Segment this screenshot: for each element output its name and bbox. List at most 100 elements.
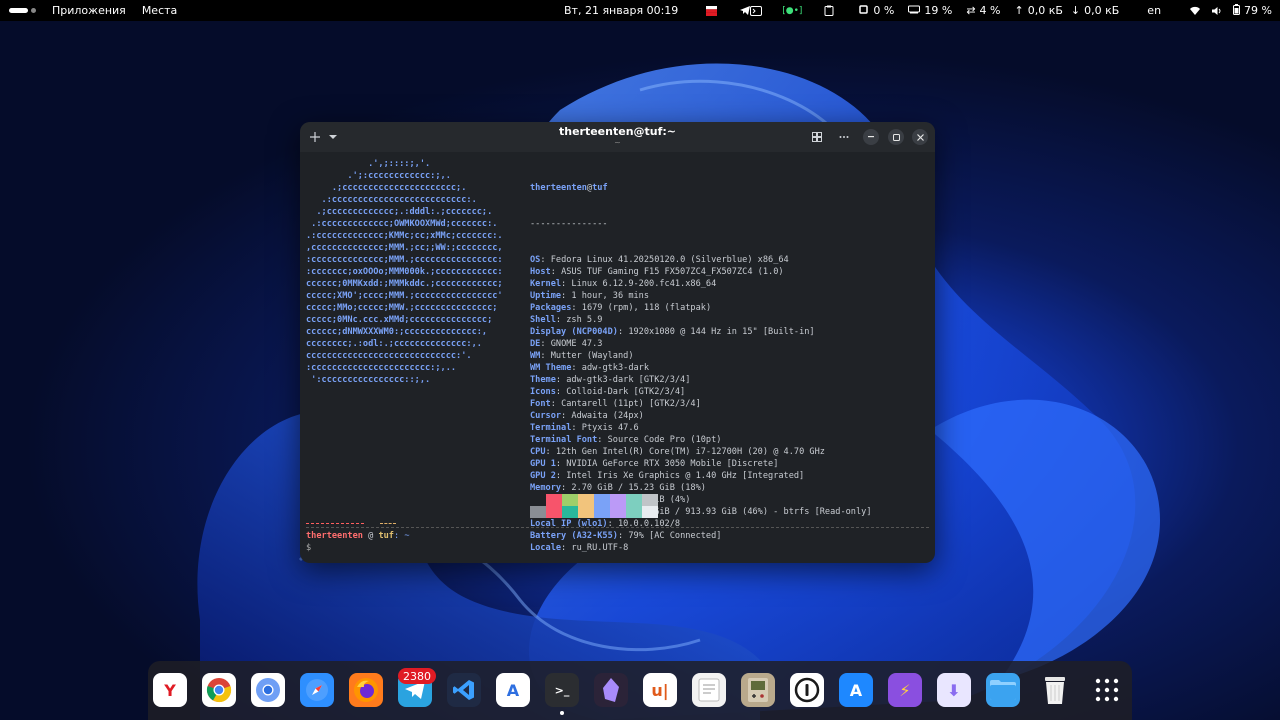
- prompt-rule: [306, 527, 929, 528]
- memory-indicator[interactable]: 19 %: [908, 4, 952, 17]
- software-icon: A: [506, 680, 520, 700]
- info-colon: :: [545, 447, 556, 457]
- maximize-button[interactable]: [888, 129, 904, 145]
- logo-line: .';:cccccccccccc:;,.: [306, 171, 451, 181]
- info-key: CPU: [530, 447, 546, 457]
- 1password-icon: [794, 677, 820, 703]
- places-menu[interactable]: Места: [142, 4, 177, 17]
- files-icon: [990, 680, 1016, 700]
- dock-app-software[interactable]: A: [496, 673, 530, 707]
- info-value: Source Code Pro (10pt): [607, 435, 722, 445]
- info-colon: :: [617, 327, 629, 337]
- cpu-indicator[interactable]: 0 %: [858, 4, 894, 18]
- swap-indicator[interactable]: ⇄ 4 %: [966, 4, 1000, 17]
- info-value: zsh 5.9: [566, 315, 603, 325]
- dock-app-trash[interactable]: [1038, 673, 1072, 707]
- fedora-ascii-logo: .',;::::;,'. .';:cccccccccccc:;,. .;cccc…: [306, 158, 503, 386]
- dock-app-vscode[interactable]: [447, 673, 481, 707]
- dock-app-zap[interactable]: ⚡: [888, 673, 922, 707]
- obsidian-icon: [603, 678, 619, 702]
- main-menu-button[interactable]: [835, 128, 853, 146]
- dock-app-yandex-browser[interactable]: Y: [153, 673, 187, 707]
- text-editor-icon: [698, 678, 720, 702]
- cpu-value: 0 %: [873, 4, 895, 17]
- dock-app-downloader[interactable]: ⬇: [937, 673, 971, 707]
- info-key: OS: [530, 255, 541, 265]
- palette-swatch: [530, 506, 546, 518]
- minimize-button[interactable]: [863, 129, 879, 145]
- arrow-down-icon: ↓: [1070, 4, 1081, 17]
- info-row: Terminal: Ptyxis 47.6: [530, 422, 872, 434]
- keyboard-layout[interactable]: en: [1147, 4, 1161, 17]
- dock-app-firefox[interactable]: [349, 673, 383, 707]
- info-value: NVIDIA GeForce RTX 3050 Mobile [Discrete…: [566, 459, 779, 469]
- dock-app-chrome[interactable]: [202, 673, 236, 707]
- palette-swatch: [610, 494, 626, 506]
- info-colon: :: [561, 543, 572, 553]
- net-down-indicator[interactable]: ↓ 0,0 кБ: [1071, 4, 1119, 17]
- info-key: Memory: [530, 483, 562, 493]
- net-up-indicator[interactable]: ↑ 0,0 кБ: [1014, 4, 1062, 17]
- logo-line: :ccccccc;oxOOOo;MMM000k.;cccccccccccc:: [306, 267, 503, 277]
- palette-swatch: [642, 494, 658, 506]
- info-colon: :: [597, 435, 608, 445]
- palette-swatch: [546, 494, 562, 506]
- activities-button[interactable]: [9, 8, 36, 13]
- palette-swatch: [562, 506, 578, 518]
- palette-swatch: [578, 506, 594, 518]
- dock-app-1password[interactable]: [790, 673, 824, 707]
- dock-app-gameboy[interactable]: [741, 673, 775, 707]
- terminal-content[interactable]: .',;::::;,'. .';:cccccccccccc:;,. .;cccc…: [300, 152, 935, 563]
- extension-indicator[interactable]: [●•]: [782, 6, 802, 16]
- prompt-input-line[interactable]: $: [306, 542, 311, 554]
- close-icon: [916, 133, 924, 141]
- dock-app-obsidian[interactable]: [594, 673, 628, 707]
- info-row: Host: ASUS TUF Gaming F15 FX507ZC4_FX507…: [530, 266, 872, 278]
- dock-app-app-grid[interactable]: [1090, 673, 1124, 707]
- battery-indicator[interactable]: 79 %: [1233, 3, 1272, 18]
- dock-app-ulauncher[interactable]: u|: [643, 673, 677, 707]
- dock-app-terminal[interactable]: >_: [545, 673, 579, 707]
- clipboard-icon[interactable]: [824, 5, 834, 16]
- tab-overview-button[interactable]: [808, 128, 826, 146]
- grid-icon: [812, 132, 822, 142]
- flag-icon[interactable]: [706, 5, 718, 16]
- info-colon: :: [561, 279, 572, 289]
- dock-app-app-store[interactable]: A: [839, 673, 873, 707]
- info-colon: :: [561, 411, 572, 421]
- wifi-icon[interactable]: [1189, 6, 1201, 16]
- info-colon: :: [571, 423, 582, 433]
- palette-swatch: [562, 494, 578, 506]
- apps-menu[interactable]: Приложения: [52, 4, 126, 17]
- info-colon: :: [550, 267, 562, 277]
- info-user: therteenten: [530, 183, 587, 193]
- top-bar: Приложения Места Вт, 21 января 00:19 [●•…: [0, 0, 1280, 21]
- terminal-tray-icon[interactable]: [750, 5, 763, 16]
- clock[interactable]: Вт, 21 января 00:19: [564, 4, 678, 17]
- info-value: Linux 6.12.9-200.fc41.x86_64: [571, 279, 717, 289]
- terminal-headerbar[interactable]: therteenten@tuf:~ ~: [300, 122, 935, 152]
- volume-icon[interactable]: [1211, 6, 1223, 16]
- info-key: WM Theme: [530, 363, 572, 373]
- swap-value: 4 %: [979, 4, 1001, 17]
- terminal-window[interactable]: therteenten@tuf:~ ~ .',;::::;,'. .';:ccc…: [300, 122, 935, 563]
- info-row: Packages: 1679 (rpm), 118 (flatpak): [530, 302, 872, 314]
- dock-app-safari-like[interactable]: [300, 673, 334, 707]
- info-colon: :: [540, 351, 551, 361]
- info-row: WM Theme: adw-gtk3-dark: [530, 362, 872, 374]
- info-key: Host: [530, 267, 551, 277]
- prompt-rule-host: [380, 523, 396, 524]
- vscode-icon: [453, 680, 474, 700]
- info-row: WM: Mutter (Wayland): [530, 350, 872, 362]
- info-value: 1920x1080 @ 144 Hz in 15" [Built-in]: [628, 327, 815, 337]
- maximize-icon: [892, 133, 900, 141]
- logo-line: ccccc;XMO';cccc;MMM.;cccccccccccccccc': [306, 291, 503, 301]
- logo-line: ,cccccccccccccc;MMM.;cc;;WW:;cccccccc,: [306, 243, 503, 253]
- close-button[interactable]: [912, 129, 928, 145]
- dock-app-text-editor[interactable]: [692, 673, 726, 707]
- info-value: Mutter (Wayland): [550, 351, 634, 361]
- info-row: Font: Cantarell (11pt) [GTK2/3/4]: [530, 398, 872, 410]
- dock-app-files[interactable]: [986, 673, 1020, 707]
- memory-icon: [908, 4, 921, 17]
- dock-app-chromium[interactable]: [251, 673, 285, 707]
